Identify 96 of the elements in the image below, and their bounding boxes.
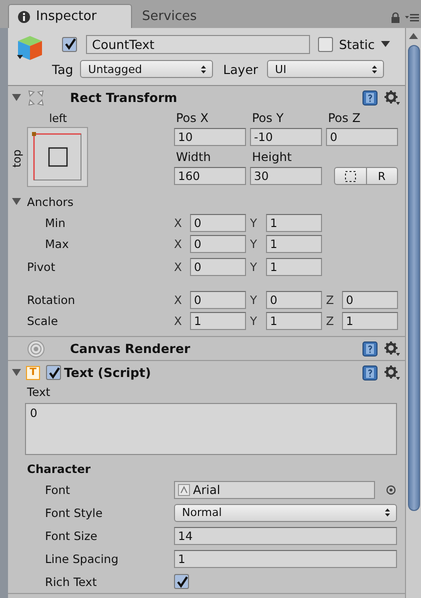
concentric-circles-icon [26, 338, 46, 358]
number-field[interactable]: 1 [266, 312, 322, 330]
number-field[interactable]: 0 [190, 290, 246, 308]
field-label: Font Size [44, 528, 98, 542]
lock-icon[interactable] [391, 12, 400, 22]
dropdown-caret-icon[interactable] [380, 41, 390, 47]
field-label: Line Spacing [44, 552, 120, 566]
field-label: Rotation [26, 292, 76, 306]
component-title: Rect Transform [70, 90, 178, 105]
axis-label: Z [326, 292, 335, 306]
field-label: Pivot [26, 260, 56, 274]
tag-dropdown[interactable]: Untagged [80, 60, 214, 78]
number-field[interactable]: 160 [174, 167, 246, 185]
number-field[interactable]: 14 [174, 526, 397, 544]
number-field[interactable]: 1 [342, 312, 398, 330]
script-icon: T [26, 366, 40, 380]
section-heading: Character [26, 461, 92, 478]
info-icon [18, 10, 30, 22]
field-label: Rich Text [44, 574, 98, 588]
raw-mode-button[interactable]: R [366, 167, 398, 185]
field-label: Max [44, 236, 70, 250]
component-title: Text (Script) [64, 365, 151, 380]
name-field[interactable]: CountText [86, 34, 310, 54]
text-area[interactable]: 0 [25, 403, 397, 455]
axis-label: Y [250, 236, 258, 250]
gear-icon[interactable] [384, 364, 400, 380]
static-checkbox[interactable] [318, 36, 333, 52]
checkbox[interactable] [174, 574, 189, 589]
field-label: Pos X [175, 111, 210, 125]
number-field[interactable]: 0 [342, 290, 398, 308]
dashed-square-icon [344, 170, 356, 182]
field-label: Height [251, 150, 293, 164]
number-field[interactable]: 1 [174, 550, 397, 568]
field-label: Anchors [27, 194, 74, 208]
dropdown[interactable]: Normal [174, 504, 397, 522]
component-title: Canvas Renderer [70, 341, 190, 356]
foldout-arrow-icon[interactable] [12, 197, 21, 206]
gear-icon[interactable] [384, 340, 400, 356]
anchor-label: left [48, 112, 68, 124]
number-field[interactable]: 0 [266, 290, 322, 308]
rect-transform-icon [26, 88, 46, 108]
axis-label: X [174, 260, 183, 274]
axis-label: X [174, 236, 183, 250]
scroll-up-icon[interactable] [409, 33, 418, 39]
axis-label: Z [326, 314, 335, 328]
enabled-checkbox[interactable] [46, 365, 61, 380]
blueprint-mode-button[interactable] [334, 167, 366, 185]
tab[interactable]: Inspector [8, 4, 132, 28]
number-field[interactable]: 10 [174, 128, 246, 146]
tag-label: Tag [52, 62, 74, 76]
number-field[interactable]: 1 [266, 258, 322, 276]
anchor-label: top [11, 148, 24, 168]
number-field[interactable]: 0 [190, 234, 246, 252]
number-field[interactable]: 30 [250, 167, 322, 185]
field-label: Scale [26, 314, 59, 328]
up-down-arrows-icon [385, 508, 390, 517]
foldout-arrow-icon[interactable] [12, 93, 21, 102]
help-book-icon[interactable] [362, 340, 378, 356]
field-label: Pos Z [327, 111, 362, 125]
gear-icon[interactable] [384, 90, 400, 106]
field-label: Min [44, 216, 66, 230]
axis-label: Y [250, 314, 258, 328]
number-field[interactable]: 0 [326, 128, 398, 146]
number-field[interactable]: 1 [190, 312, 246, 330]
field-label: Pos Y [251, 111, 285, 125]
axis-label: Y [250, 260, 258, 274]
layer-dropdown[interactable]: UI [267, 60, 384, 78]
axis-label: X [174, 292, 183, 306]
static-label: Static [339, 36, 375, 52]
help-book-icon[interactable] [362, 90, 378, 106]
field-label: Font [44, 482, 72, 496]
up-down-arrows-icon [201, 64, 206, 74]
axis-label: Y [250, 216, 258, 230]
object-picker-icon[interactable] [386, 484, 396, 494]
number-field[interactable]: 1 [266, 234, 322, 252]
number-field[interactable]: -10 [250, 128, 322, 146]
font-asset-icon [178, 484, 190, 496]
number-field[interactable]: 0 [190, 258, 246, 276]
scrollbar-thumb[interactable] [408, 45, 420, 511]
field-label: Text [26, 384, 52, 401]
foldout-arrow-icon[interactable] [12, 368, 21, 377]
axis-label: Y [250, 292, 258, 306]
up-down-arrows-icon [372, 64, 378, 74]
axis-label: X [174, 216, 183, 230]
axis-label: X [174, 314, 183, 328]
field-label: Width [175, 150, 212, 164]
object-field[interactable]: Arial [174, 480, 375, 498]
active-checkbox[interactable] [62, 36, 77, 52]
anchor-preset-button[interactable] [27, 127, 88, 187]
field-label: Font Style [44, 506, 104, 520]
help-book-icon[interactable] [362, 364, 378, 380]
menu-icon[interactable] [405, 12, 419, 22]
layer-label: Layer [223, 62, 258, 76]
tab[interactable]: Services [132, 4, 208, 28]
number-field[interactable]: 0 [190, 214, 246, 232]
number-field[interactable]: 1 [266, 214, 322, 232]
